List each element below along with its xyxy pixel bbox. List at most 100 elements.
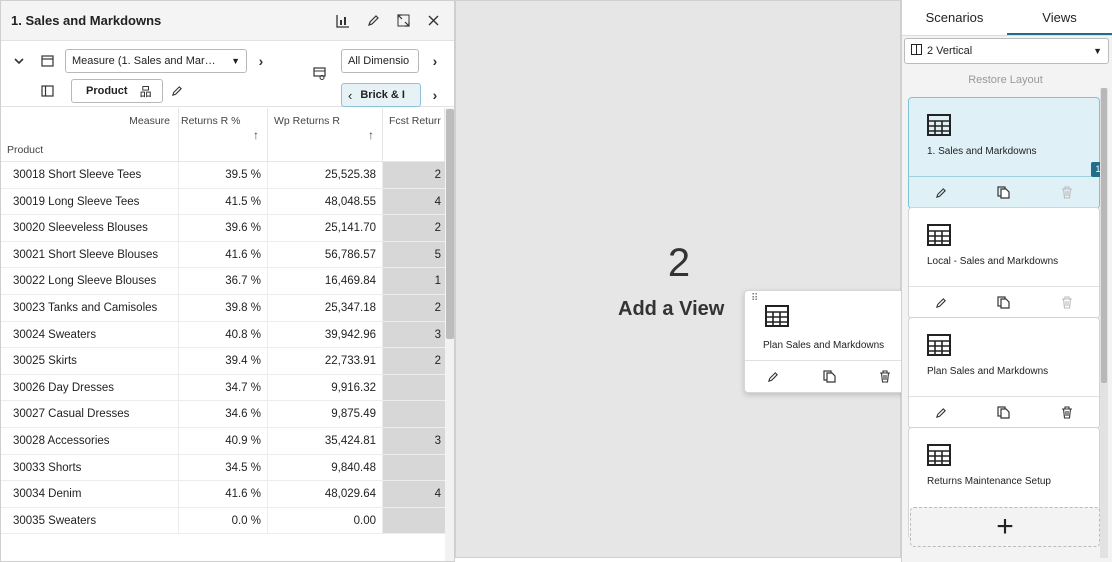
wp-returns-cell[interactable]: 16,469.84	[268, 268, 383, 294]
returns-pct-cell[interactable]: 34.7 %	[179, 374, 268, 401]
chart-icon[interactable]	[332, 10, 354, 32]
product-cell[interactable]: 30021 Short Sleeve Blouses	[1, 241, 179, 268]
edit-icon[interactable]	[745, 361, 801, 392]
returns-pct-cell[interactable]: 41.6 %	[179, 241, 268, 268]
table-row[interactable]: 30024 Sweaters 40.8 % 39,942.96 3	[1, 321, 454, 349]
returns-pct-cell[interactable]: 40.9 %	[179, 427, 268, 454]
product-cell[interactable]: 30028 Accessories	[1, 427, 179, 454]
wp-returns-cell[interactable]: 9,840.48	[268, 454, 383, 481]
product-cell[interactable]: 30018 Short Sleeve Tees	[1, 162, 179, 188]
table-row[interactable]: 30020 Sleeveless Blouses 39.6 % 25,141.70 2	[1, 215, 454, 242]
wp-returns-cell[interactable]: 22,733.91	[268, 348, 383, 374]
wp-returns-cell[interactable]: 9,916.32	[268, 374, 383, 401]
fcst-cell[interactable]: 4	[383, 481, 445, 507]
edit-icon[interactable]	[909, 287, 972, 318]
fcst-cell[interactable]: 3	[383, 321, 445, 348]
fcst-cell[interactable]: 2	[383, 162, 445, 188]
returns-pct-cell[interactable]: 39.4 %	[179, 348, 268, 374]
fcst-cell[interactable]	[383, 507, 445, 534]
wp-returns-cell[interactable]: 39,942.96	[268, 321, 383, 348]
columns-layout-icon[interactable]	[35, 79, 59, 103]
table-row[interactable]: 30021 Short Sleeve Blouses 41.6 % 56,786.5…	[1, 241, 454, 269]
product-cell[interactable]: 30022 Long Sleeve Blouses	[1, 268, 179, 294]
collapse-chevron-icon[interactable]	[7, 49, 31, 73]
wp-returns-cell[interactable]: 25,525.38	[268, 162, 383, 188]
product-cell[interactable]: 30025 Skirts	[1, 348, 179, 374]
product-cell[interactable]: 30033 Shorts	[1, 454, 179, 481]
table-row[interactable]: 30026 Day Dresses 34.7 % 9,916.32	[1, 374, 454, 402]
column-header[interactable]: Fcst Returr	[383, 108, 445, 162]
table-row[interactable]: 30033 Shorts 34.5 % 9,840.48	[1, 454, 454, 482]
fcst-cell[interactable]	[383, 454, 445, 481]
brick-pill[interactable]: ‹ Brick & I	[341, 83, 421, 107]
duplicate-icon[interactable]	[972, 397, 1035, 428]
table-row[interactable]: 30023 Tanks and Camisoles 39.8 % 25,347.18…	[1, 294, 454, 322]
delete-icon[interactable]	[1036, 397, 1099, 428]
column-header[interactable]: Wp Returns R ↑	[268, 108, 383, 162]
wp-returns-cell[interactable]: 0.00	[268, 507, 383, 534]
table-row[interactable]: 30034 Denim 41.6 % 48,029.64 4	[1, 481, 454, 508]
table-row[interactable]: 30018 Short Sleeve Tees 39.5 % 25,525.38 2	[1, 162, 454, 189]
product-cell[interactable]: 30027 Casual Dresses	[1, 401, 179, 427]
duplicate-icon[interactable]	[801, 361, 857, 392]
pivot-icon[interactable]	[307, 61, 331, 85]
tab-scenarios[interactable]: Scenarios	[902, 0, 1007, 35]
tab-views[interactable]: Views	[1007, 0, 1112, 35]
returns-pct-cell[interactable]: 39.6 %	[179, 215, 268, 241]
dragging-view-card[interactable]: ⠿ Plan Sales and Markdowns	[744, 290, 914, 393]
table-row[interactable]: 30028 Accessories 40.9 % 35,424.81 3	[1, 427, 454, 455]
layout-dropdown[interactable]: 2 Vertical ▼	[904, 38, 1109, 64]
wp-returns-cell[interactable]: 9,875.49	[268, 401, 383, 427]
wp-returns-cell[interactable]: 35,424.81	[268, 427, 383, 454]
returns-pct-cell[interactable]: 34.6 %	[179, 401, 268, 427]
returns-pct-cell[interactable]: 34.5 %	[179, 454, 268, 481]
product-cell[interactable]: 30019 Long Sleeve Tees	[1, 188, 179, 215]
view-card[interactable]: Plan Sales and Markdowns	[908, 317, 1100, 429]
panel-scrollbar-thumb[interactable]	[1101, 88, 1107, 383]
returns-pct-cell[interactable]: 36.7 %	[179, 268, 268, 294]
product-cell[interactable]: 30020 Sleeveless Blouses	[1, 215, 179, 241]
pill-edit-icon[interactable]	[165, 79, 189, 103]
returns-pct-cell[interactable]: 41.6 %	[179, 481, 268, 507]
sort-up-icon[interactable]: ↑	[253, 128, 259, 142]
fcst-cell[interactable]: 2	[383, 215, 445, 241]
fcst-cell[interactable]: 2	[383, 348, 445, 374]
product-cell[interactable]: 30026 Day Dresses	[1, 374, 179, 401]
duplicate-icon[interactable]	[972, 287, 1035, 318]
table-row[interactable]: 30025 Skirts 39.4 % 22,733.91 2	[1, 348, 454, 375]
wp-returns-cell[interactable]: 25,141.70	[268, 215, 383, 241]
table-row[interactable]: 30022 Long Sleeve Blouses 36.7 % 16,469.84…	[1, 268, 454, 295]
fcst-cell[interactable]: 1	[383, 268, 445, 294]
view-card[interactable]: 1. Sales and Markdowns	[908, 97, 1100, 209]
table-row[interactable]: 30019 Long Sleeve Tees 41.5 % 48,048.55 4	[1, 188, 454, 216]
brick-next-icon[interactable]: ›	[427, 83, 443, 107]
wp-returns-cell[interactable]: 48,029.64	[268, 481, 383, 507]
add-view-button[interactable]: +	[910, 507, 1100, 547]
expand-icon[interactable]	[392, 10, 414, 32]
fcst-cell[interactable]: 2	[383, 294, 445, 321]
product-cell[interactable]: 30024 Sweaters	[1, 321, 179, 348]
view-card[interactable]: Local - Sales and Markdowns	[908, 207, 1100, 319]
edit-icon[interactable]	[909, 397, 972, 428]
returns-pct-cell[interactable]: 41.5 %	[179, 188, 268, 215]
returns-pct-cell[interactable]: 39.8 %	[179, 294, 268, 321]
sort-up-icon[interactable]: ↑	[368, 128, 374, 142]
returns-pct-cell[interactable]: 40.8 %	[179, 321, 268, 348]
edit-icon[interactable]	[362, 10, 384, 32]
product-pill[interactable]: Product 品	[71, 79, 163, 103]
grid-scrollbar-thumb[interactable]	[446, 109, 454, 339]
brick-prev-icon[interactable]: ‹	[348, 88, 352, 103]
all-dimensions-dropdown[interactable]: All Dimensio	[341, 49, 419, 73]
empty-view-slot[interactable]: 2	[455, 0, 901, 558]
returns-pct-cell[interactable]: 39.5 %	[179, 162, 268, 188]
fcst-cell[interactable]	[383, 374, 445, 401]
product-cell[interactable]: 30035 Sweaters	[1, 507, 179, 534]
edit-icon[interactable]	[909, 177, 972, 208]
fcst-cell[interactable]	[383, 401, 445, 427]
measure-dropdown[interactable]: Measure (1. Sales and Mar… ▼	[65, 49, 247, 73]
dims-next-icon[interactable]: ›	[427, 49, 443, 73]
product-cell[interactable]: 30023 Tanks and Camisoles	[1, 294, 179, 321]
measure-next-icon[interactable]: ›	[253, 49, 269, 73]
close-icon[interactable]	[422, 10, 444, 32]
wp-returns-cell[interactable]: 56,786.57	[268, 241, 383, 268]
